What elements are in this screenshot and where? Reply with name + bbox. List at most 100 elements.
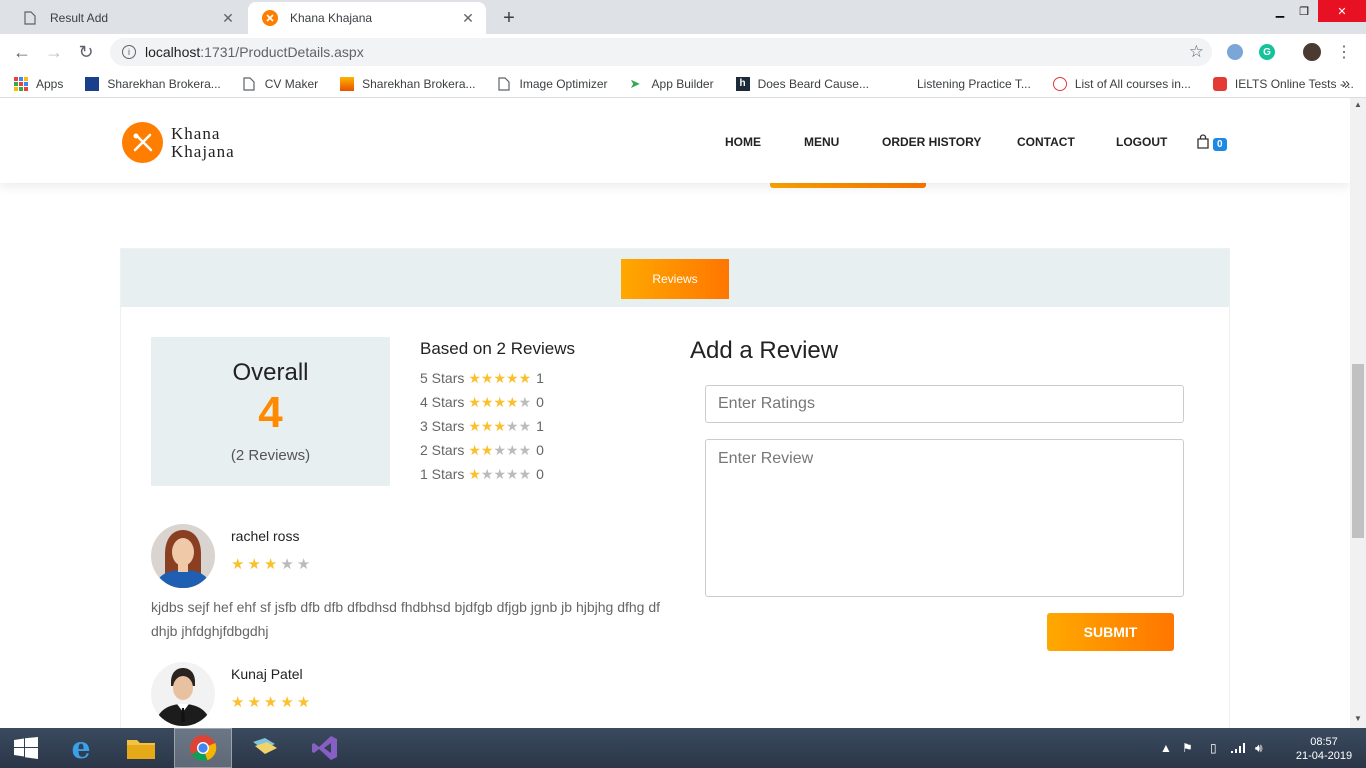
- scrollbar-thumb[interactable]: [1352, 364, 1364, 538]
- star-icon: ★: [231, 556, 245, 573]
- forward-icon[interactable]: →: [42, 40, 66, 64]
- star-icon: ★: [468, 418, 481, 434]
- windows-start-button[interactable]: [0, 728, 52, 768]
- submit-button[interactable]: SUBMIT: [1047, 613, 1174, 651]
- nav-contact[interactable]: CONTACT: [1017, 135, 1075, 149]
- sharekhan-icon: [85, 76, 100, 91]
- bookmark-beard[interactable]: h Does Beard Cause...: [735, 76, 869, 91]
- breakdown-count: 0: [536, 394, 544, 410]
- browser-tab-result-add[interactable]: Result Add ✕: [8, 2, 246, 34]
- breakdown-stars: ★ ★ ★ ★ ★: [468, 443, 531, 457]
- close-icon[interactable]: ✕: [460, 10, 476, 26]
- star-icon: ★: [506, 370, 519, 386]
- reviewer-name: rachel ross: [231, 528, 300, 544]
- taskbar-clock[interactable]: 08:57 21-04-2019: [1284, 735, 1364, 763]
- action-center-flag-icon[interactable]: ⚑: [1182, 728, 1193, 768]
- breakdown-stars: ★ ★ ★ ★ ★: [468, 371, 531, 385]
- close-icon[interactable]: ✕: [220, 10, 236, 26]
- bookmark-image-optimizer[interactable]: Image Optimizer: [497, 76, 608, 91]
- bookmark-courses[interactable]: List of All courses in...: [1052, 76, 1191, 91]
- breakdown-count: 0: [536, 442, 544, 458]
- add-review-title: Add a Review: [690, 337, 839, 364]
- new-tab-button[interactable]: +: [497, 6, 521, 30]
- bookmark-sharekhan-2[interactable]: Sharekhan Brokera...: [340, 76, 476, 91]
- star-icon: ★: [518, 466, 532, 482]
- menu-kebab-icon[interactable]: ⋮: [1336, 40, 1352, 64]
- bookmark-label: IELTS Online Tests -...: [1234, 76, 1354, 91]
- scroll-up-arrow[interactable]: ▲: [1354, 100, 1362, 109]
- breakdown-label: 2 Stars: [420, 442, 465, 458]
- nav-menu[interactable]: MENU: [804, 135, 839, 149]
- bookmark-apps[interactable]: Apps: [14, 76, 64, 91]
- browser-tab-khana-khajana[interactable]: Khana Khajana ✕: [248, 2, 486, 34]
- profile-avatar[interactable]: [1303, 43, 1321, 61]
- star-icon: ★: [480, 370, 494, 386]
- star-icon: ★: [263, 556, 278, 573]
- star-icon: ★: [493, 370, 507, 386]
- orange-button-edge: [770, 183, 926, 188]
- bookmark-label: Sharekhan Brokera...: [362, 76, 476, 91]
- star-icon: ★: [247, 556, 261, 573]
- star-icon: ★: [468, 466, 481, 482]
- overall-value: 4: [258, 388, 283, 437]
- fork-spoon-icon: [122, 122, 163, 163]
- star-icon: ★: [506, 394, 519, 410]
- star-bookmark-icon[interactable]: ☆: [1189, 42, 1204, 62]
- show-hidden-icons-button[interactable]: ▲: [1160, 728, 1172, 768]
- ielts-icon: [1212, 76, 1227, 91]
- star-icon: ★: [296, 556, 311, 573]
- review-textarea[interactable]: Enter Review: [705, 439, 1184, 597]
- info-icon[interactable]: i: [122, 45, 136, 59]
- star-icon: ★: [468, 370, 481, 386]
- volume-icon[interactable]: 🔊︎: [1255, 728, 1263, 768]
- star-icon: ★: [518, 394, 532, 410]
- page-viewport: Khana Khajana HOME MENU ORDER HISTORY CO…: [0, 98, 1350, 728]
- scroll-down-arrow[interactable]: ▼: [1354, 714, 1362, 723]
- bookmark-label: Apps: [36, 76, 64, 91]
- close-window-button[interactable]: ✕: [1318, 0, 1366, 22]
- star-icon: ★: [506, 442, 519, 458]
- extension-icon[interactable]: [1227, 44, 1243, 60]
- url-host: localhost: [145, 44, 201, 60]
- bookmark-label: Image Optimizer: [519, 76, 608, 91]
- ratings-input[interactable]: Enter Ratings: [705, 385, 1184, 423]
- nav-order-history[interactable]: ORDER HISTORY: [882, 135, 981, 149]
- file-explorer-icon[interactable]: [112, 728, 170, 768]
- nav-home[interactable]: HOME: [725, 135, 761, 149]
- nav-logout[interactable]: LOGOUT: [1116, 135, 1167, 149]
- internet-explorer-icon[interactable]: e: [52, 728, 110, 768]
- star-icon: ★: [493, 394, 507, 410]
- overall-count: (2 Reviews): [230, 447, 311, 464]
- logo-line2: Khajana: [171, 141, 235, 161]
- cart-button[interactable]: 0: [1196, 134, 1227, 154]
- bookmark-sharekhan-1[interactable]: Sharekhan Brokera...: [85, 76, 221, 91]
- browser-tabstrip: Result Add ✕ Khana Khajana ✕ + ▁ ❐ ✕: [0, 0, 1366, 34]
- breakdown-label: 3 Stars: [420, 418, 465, 434]
- back-icon[interactable]: ←: [10, 40, 34, 64]
- chrome-taskbar-icon[interactable]: [174, 728, 232, 768]
- site-logo[interactable]: Khana Khajana: [122, 122, 235, 163]
- avatar: [151, 524, 215, 588]
- tab-reviews[interactable]: Reviews: [621, 259, 729, 299]
- grammarly-icon[interactable]: G: [1259, 44, 1275, 60]
- rating-breakdown-row: 3 Stars ★ ★ ★ ★ ★ 1: [420, 418, 544, 434]
- more-bookmarks-button[interactable]: »: [1342, 75, 1350, 92]
- reload-icon[interactable]: ↻: [74, 40, 98, 64]
- star-icon: ★: [280, 694, 294, 711]
- page-scrollbar[interactable]: ▲ ▼: [1350, 98, 1366, 728]
- bookmark-ielts[interactable]: IELTS Online Tests -...: [1212, 76, 1354, 91]
- restore-button[interactable]: ❐: [1292, 0, 1316, 22]
- folders-icon[interactable]: [236, 728, 294, 768]
- site-h-icon: h: [735, 76, 750, 91]
- network-signal-icon[interactable]: [1230, 728, 1246, 768]
- bookmark-cv-maker[interactable]: CV Maker: [243, 77, 318, 91]
- site-header: Khana Khajana HOME MENU ORDER HISTORY CO…: [0, 98, 1350, 183]
- bookmark-listening[interactable]: Listening Practice T...: [917, 77, 1031, 91]
- minimize-button[interactable]: ▁: [1268, 0, 1292, 22]
- bookmark-app-builder[interactable]: ➤ App Builder: [630, 76, 714, 91]
- url-field[interactable]: i localhost:1731/ProductDetails.aspx ☆: [110, 38, 1212, 66]
- breakdown-count: 0: [536, 466, 544, 482]
- battery-icon[interactable]: ▯: [1210, 728, 1217, 768]
- visual-studio-icon[interactable]: [296, 728, 354, 768]
- chart-icon: [340, 76, 355, 91]
